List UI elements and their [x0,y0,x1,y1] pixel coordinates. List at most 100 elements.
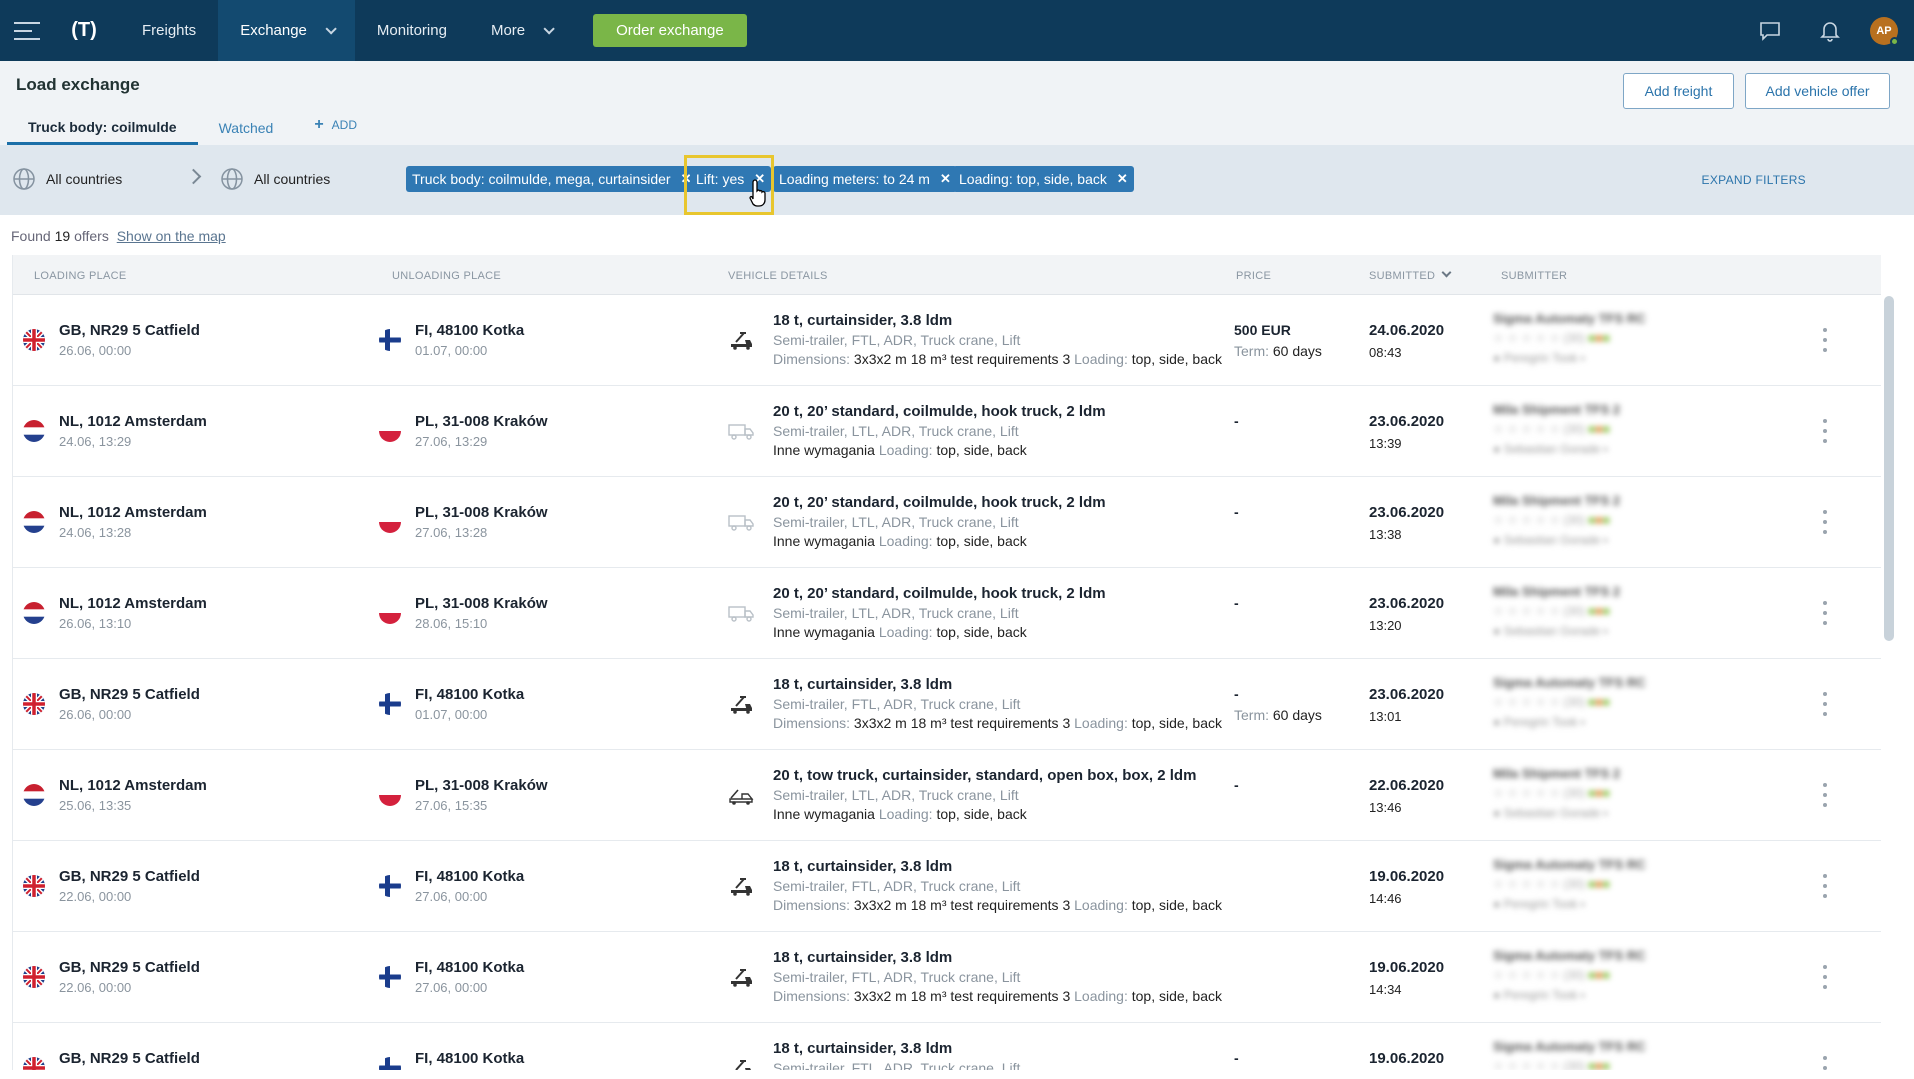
table-row[interactable]: GB, NR29 5 Catfield 22.06, 00:00 FI, 48100… [13,932,1881,1023]
more-options-icon[interactable] [1815,419,1835,443]
submitter[interactable]: Mila Shipment TFS 2 ☆ ☆ ☆ ☆ ☆ (30) ■■■ ● S… [1493,766,1723,820]
submitter[interactable]: Sigma Automaty TFS RC☆ ☆ ☆ ☆ ☆ (30) ■■■●… [1493,1039,1723,1070]
submitter-user-name: Peregrin Took [1503,715,1578,729]
table-row[interactable]: GB, NR29 5 Catfield 22.06, 00:00 FI, 48100… [13,841,1881,932]
unloading-city: FI, 48100 Kotka [415,686,525,703]
submitter-user-name: Sebastian Gorade [1503,442,1601,456]
from-country-select[interactable]: All countries [12,167,122,191]
more-options-icon[interactable] [1815,601,1835,625]
close-icon[interactable]: ✕ [1117,171,1128,187]
truck-truck-icon [728,421,754,441]
submitter[interactable]: Mila Shipment TFS 2 ☆ ☆ ☆ ☆ ☆ (30) ■■■ ● S… [1493,402,1723,456]
submitter[interactable]: Sigma Automaty TFS RC☆ ☆ ☆ ☆ ☆ (30) ■■■●… [1493,675,1723,729]
globe-icon [221,168,243,190]
vehicle-extra: Inne wymagania Loading: top, side, back [773,806,1243,822]
expand-filters-button[interactable]: EXPAND FILTERS [1702,173,1806,187]
close-icon[interactable]: ✕ [940,171,951,187]
logo[interactable]: (T) [62,18,106,44]
table-row[interactable]: GB, NR29 5 Catfield 26.06, 00:00 FI, 48100… [13,659,1881,750]
flag-fi-icon [379,693,401,715]
tab-truck-body[interactable]: Truck body: coilmulde [7,111,198,145]
tab-watched[interactable]: Watched [198,111,295,145]
submitter[interactable]: Mila Shipment TFS 2 ☆ ☆ ☆ ☆ ☆ (30) ■■■ ● S… [1493,584,1723,638]
price: - [1234,504,1239,520]
nav-more[interactable]: More [469,0,573,61]
tow-truck-icon [728,785,754,805]
table-row[interactable]: NL, 1012 Amsterdam 26.06, 13:10 PL, 31-008… [13,568,1881,659]
unloading-place: PL, 31-008 Kraków 27.06, 13:28 [415,504,548,540]
loading-label: Loading: [1074,351,1128,367]
filter-chip-loading-meters[interactable]: Loading meters: to 24 m ✕ [773,166,957,192]
vehicle-extra: Inne wymagania Loading: top, side, back [773,442,1243,458]
loading-city: GB, NR29 5 Catfield [59,1050,200,1067]
flag-nl-icon [23,511,45,533]
submitter-user: ● Peregrin Took ▪ [1493,715,1586,729]
tabs: Truck body: coilmulde Watched + ADD [7,111,357,145]
filter-chip-loading[interactable]: Loading: top, side, back ✕ [953,166,1134,192]
add-vehicle-offer-button[interactable]: Add vehicle offer [1745,73,1890,109]
crane-truck-icon [728,330,754,350]
table-row[interactable]: GB, NR29 5 Catfield FI, 48100 Kotka 18 t, … [13,1023,1881,1070]
nav-label: More [490,22,526,39]
submitter[interactable]: Sigma Automaty TFS RC☆ ☆ ☆ ☆ ☆ (30) ■■■●… [1493,857,1723,911]
nav-exchange[interactable]: Exchange [218,0,355,61]
col-submitter[interactable]: SUBMITTER [1501,270,1567,282]
show-on-map-link[interactable]: Show on the map [117,228,226,244]
page-title: Load exchange [16,75,140,94]
table-row[interactable]: NL, 1012 Amsterdam 25.06, 13:35 PL, 31-008… [13,750,1881,841]
submitted: 23.06.2020 13:38 [1369,504,1444,542]
more-options-icon[interactable] [1815,328,1835,352]
order-exchange-button[interactable]: Order exchange [593,14,747,47]
more-options-icon[interactable] [1815,1056,1835,1070]
loading-city: GB, NR29 5 Catfield [59,959,200,976]
add-freight-button[interactable]: Add freight [1623,73,1734,109]
submitted-date: 23.06.2020 [1369,413,1445,430]
submitter[interactable]: Sigma Automaty TFS RC☆ ☆ ☆ ☆ ☆ (30) ■■■●… [1493,311,1723,365]
chevron-down-icon [543,22,555,35]
unloading-place: PL, 31-008 Kraków 27.06, 13:29 [415,413,548,449]
menu-icon[interactable] [14,21,40,40]
add-tab-button[interactable]: + ADD [314,105,357,145]
more-options-icon[interactable] [1815,783,1835,807]
table-row[interactable]: GB, NR29 5 Catfield 26.06, 00:00 FI, 48100… [13,295,1881,386]
col-submitted[interactable]: SUBMITTED [1369,267,1452,282]
bell-icon[interactable] [1800,0,1860,61]
unloading-date: 28.06, 15:10 [415,616,488,631]
nav-label: Freights [142,22,197,39]
col-loading-place[interactable]: LOADING PLACE [34,270,127,282]
nav-freights[interactable]: Freights [120,0,218,61]
submitter-user-name: Sebastian Gorade [1503,533,1601,547]
submitted-date: 23.06.2020 [1369,595,1445,612]
vehicle-title: 20 t, 20’ standard, coilmulde, hook truc… [773,494,1106,511]
more-options-icon[interactable] [1815,874,1835,898]
more-options-icon[interactable] [1815,692,1835,716]
avatar[interactable]: AP [1870,16,1899,46]
loading-date: 22.06, 00:00 [59,980,132,995]
vehicle-extra-text: 3x3x2 m 18 m³ test requirements 3 [850,897,1075,913]
col-vehicle-details[interactable]: VEHICLE DETAILS [728,270,828,282]
filter-chip-truck-body[interactable]: Truck body: coilmulde, mega, curtainside… [406,166,698,192]
table-row[interactable]: NL, 1012 Amsterdam 24.06, 13:29 PL, 31-008… [13,386,1881,477]
scrollbar[interactable] [1884,296,1894,641]
loading-city: NL, 1012 Amsterdam [59,595,207,612]
loading-city: GB, NR29 5 Catfield [59,322,200,339]
unloading-date: 27.06, 00:00 [415,980,488,995]
price-value: 500 EUR [1234,322,1291,338]
chat-icon[interactable] [1740,0,1800,61]
vehicle-extra: Inne wymagania Loading: top, side, back [773,533,1243,549]
table-row[interactable]: NL, 1012 Amsterdam 24.06, 13:28 PL, 31-008… [13,477,1881,568]
loading-value: top, side, back [932,533,1027,549]
col-unloading-place[interactable]: UNLOADING PLACE [392,270,501,282]
col-price[interactable]: PRICE [1236,270,1271,282]
add-tab-label: ADD [331,118,358,132]
vehicle-extra: Inne wymagania Loading: top, side, back [773,624,1243,640]
crane-truck-icon [728,876,754,896]
more-options-icon[interactable] [1815,510,1835,534]
vehicle-extra-text: 3x3x2 m 18 m³ test requirements 3 [850,715,1075,731]
submitter[interactable]: Mila Shipment TFS 2 ☆ ☆ ☆ ☆ ☆ (30) ■■■ ● S… [1493,493,1723,547]
term-value: 60 days [1269,343,1322,359]
submitter[interactable]: Sigma Automaty TFS RC☆ ☆ ☆ ☆ ☆ (30) ■■■●… [1493,948,1723,1002]
nav-monitoring[interactable]: Monitoring [355,0,469,61]
more-options-icon[interactable] [1815,965,1835,989]
to-country-select[interactable]: All countries [220,167,330,191]
